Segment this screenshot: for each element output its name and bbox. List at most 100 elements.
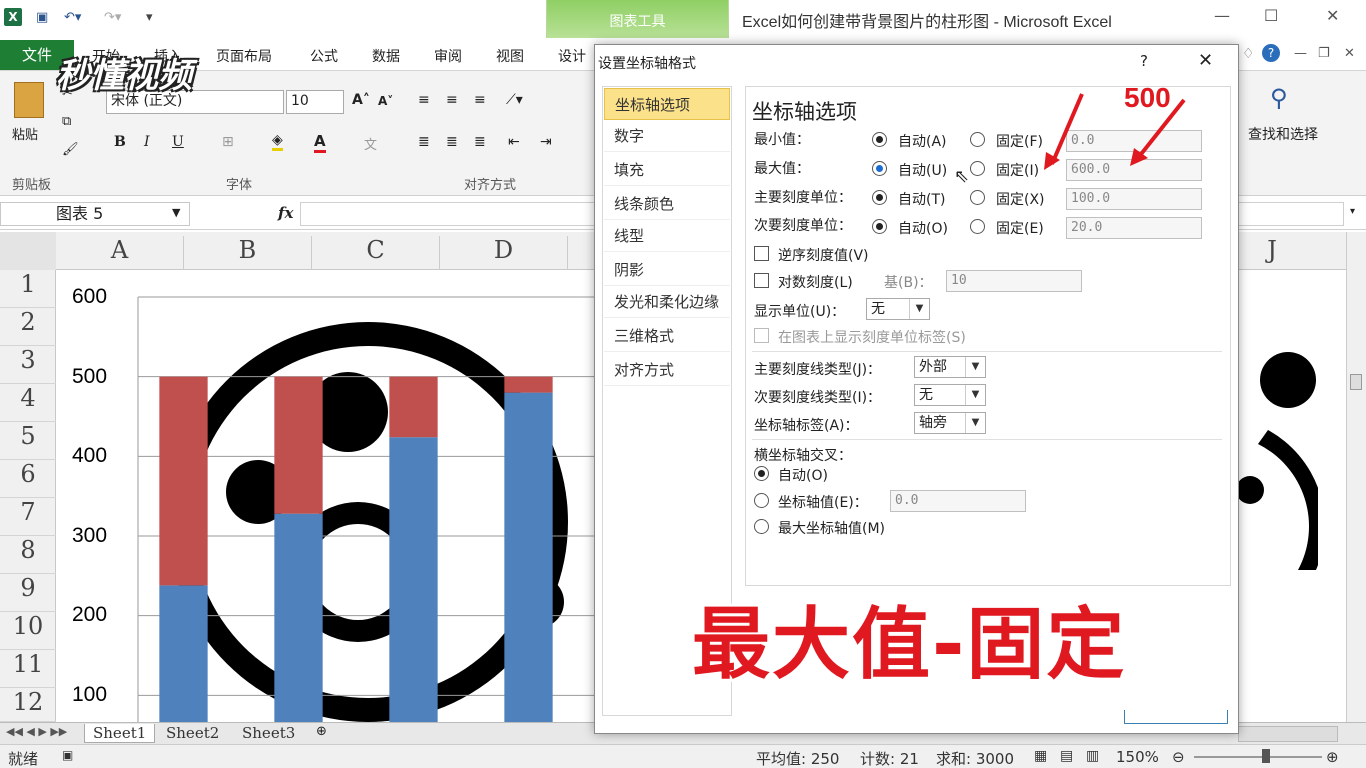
minor-fixed-radio[interactable] [970,219,985,234]
nav-fill[interactable]: 填充 [604,154,730,186]
zoom-slider-thumb[interactable] [1262,749,1270,763]
tab-page-layout[interactable]: 页面布局 [216,46,272,66]
row-header[interactable]: 6 [0,460,56,498]
redo-icon[interactable]: ↷▾ [104,10,121,25]
chevron-down-icon[interactable]: ▼ [965,385,985,405]
orientation-icon[interactable]: ⟋▾ [506,92,523,108]
chevron-down-icon[interactable]: ▼ [965,357,985,377]
nav-3d-format[interactable]: 三维格式 [604,320,730,352]
row-header[interactable]: 8 [0,536,56,574]
sheet-tab-2[interactable]: Sheet2 [166,724,219,742]
macro-record-icon[interactable]: ▣ [62,748,73,762]
bar-series-1-category-2[interactable] [274,513,323,768]
tab-data[interactable]: 数据 [372,46,400,66]
major-value-input[interactable]: 100.0 [1066,188,1202,210]
nav-axis-options[interactable]: 坐标轴选项 [604,88,730,120]
stacked-bar-chart[interactable] [58,272,598,768]
copy-icon[interactable]: ⧉ [62,114,71,129]
excel-icon[interactable]: X [4,8,22,26]
grow-font-icon[interactable]: A˄ [352,92,370,108]
bar-series-2-category-3[interactable] [389,376,438,438]
ribbon-collapse-icon[interactable]: ♢ [1242,46,1255,62]
border-icon[interactable]: ⊞ [222,134,234,150]
column-header-j[interactable]: J [1240,236,1304,270]
align-middle-icon[interactable]: ≡ [446,92,458,108]
column-header-c[interactable]: C [312,236,440,270]
format-painter-icon[interactable]: 🖌 [62,142,79,157]
vertical-scrollbar[interactable] [1346,232,1366,722]
increase-indent-icon[interactable]: ⇥ [540,134,552,150]
crosses-auto-radio[interactable] [754,466,769,481]
nav-alignment[interactable]: 对齐方式 [604,354,730,386]
row-header[interactable]: 11 [0,650,56,688]
help-icon[interactable]: ? [1262,44,1280,62]
column-header-d[interactable]: D [440,236,568,270]
tab-formulas[interactable]: 公式 [310,46,338,66]
crosses-value-radio[interactable] [754,493,769,508]
doc-minimize-icon[interactable]: — [1294,46,1307,61]
page-layout-view-icon[interactable]: ▤ [1060,748,1073,764]
show-units-checkbox[interactable] [754,328,769,343]
crosses-value-input[interactable]: 0.0 [890,490,1026,512]
minimize-icon[interactable]: — [1214,6,1230,25]
save-icon[interactable]: ▣ [36,10,48,25]
log-scale-checkbox[interactable] [754,273,769,288]
decrease-indent-icon[interactable]: ⇤ [508,134,520,150]
align-center-icon[interactable]: ≣ [446,134,458,150]
customize-qat-icon[interactable]: ▾ [146,10,153,25]
log-base-input[interactable]: 10 [946,270,1082,292]
underline-icon[interactable]: U [172,134,184,150]
horizontal-scrollbar[interactable] [1238,726,1338,742]
tab-view[interactable]: 视图 [496,46,524,66]
nav-number[interactable]: 数字 [604,120,730,152]
min-auto-radio[interactable] [872,132,887,147]
insert-function-button[interactable]: fx [278,204,293,222]
paste-button[interactable]: 粘贴 [12,124,38,143]
phonetic-icon[interactable]: 文 [364,134,377,153]
nav-line-style[interactable]: 线型 [604,220,730,252]
row-header[interactable]: 5 [0,422,56,460]
minor-value-input[interactable]: 20.0 [1066,217,1202,239]
expand-formula-icon[interactable]: ▾ [1350,206,1355,217]
dialog-close-button[interactable]: ✕ [1198,50,1213,71]
column-header-a[interactable]: A [56,236,184,270]
bar-series-2-category-1[interactable] [159,376,208,586]
bold-icon[interactable]: B [114,134,126,150]
binoculars-icon[interactable]: ⚲ [1270,84,1288,112]
shrink-font-icon[interactable]: A˅ [378,94,393,108]
fill-color-icon[interactable]: ◈ [272,132,283,151]
zoom-level[interactable]: 150% [1116,748,1159,766]
reverse-order-checkbox[interactable] [754,246,769,261]
row-header[interactable]: 10 [0,612,56,650]
align-top-icon[interactable]: ≡ [418,92,430,108]
zoom-out-icon[interactable]: ⊖ [1172,748,1185,766]
align-left-icon[interactable]: ≣ [418,134,430,150]
chevron-down-icon[interactable]: ▼ [909,299,929,319]
close-icon[interactable]: ✕ [1326,6,1339,25]
nav-glow-soft-edges[interactable]: 发光和柔化边缘 [604,286,730,318]
dialog-help-button[interactable]: ? [1140,52,1148,70]
undo-icon[interactable]: ↶▾ [64,10,81,25]
paste-icon[interactable] [14,82,44,118]
page-break-view-icon[interactable]: ▥ [1086,748,1099,764]
doc-close-icon[interactable]: ✕ [1344,46,1355,61]
doc-restore-icon[interactable]: ❐ [1318,46,1330,61]
row-header[interactable]: 12 [0,688,56,722]
zoom-slider[interactable] [1194,756,1322,758]
major-fixed-radio[interactable] [970,190,985,205]
align-bottom-icon[interactable]: ≡ [474,92,486,108]
italic-icon[interactable]: I [144,134,150,150]
row-header[interactable]: 7 [0,498,56,536]
bar-series-2-category-2[interactable] [274,376,323,514]
zoom-in-icon[interactable]: ⊕ [1326,748,1339,766]
name-box[interactable]: 图表 5 [0,202,190,226]
font-size-select[interactable]: 10 [286,90,344,114]
vertical-scroll-thumb[interactable] [1350,374,1362,390]
row-header[interactable]: 3 [0,346,56,384]
name-box-dropdown-icon[interactable]: ▼ [172,206,180,219]
bar-series-1-category-1[interactable] [159,585,208,768]
crosses-max-radio[interactable] [754,519,769,534]
chevron-down-icon[interactable]: ▼ [965,413,985,433]
row-header[interactable]: 4 [0,384,56,422]
bar-series-1-category-3[interactable] [389,437,438,768]
